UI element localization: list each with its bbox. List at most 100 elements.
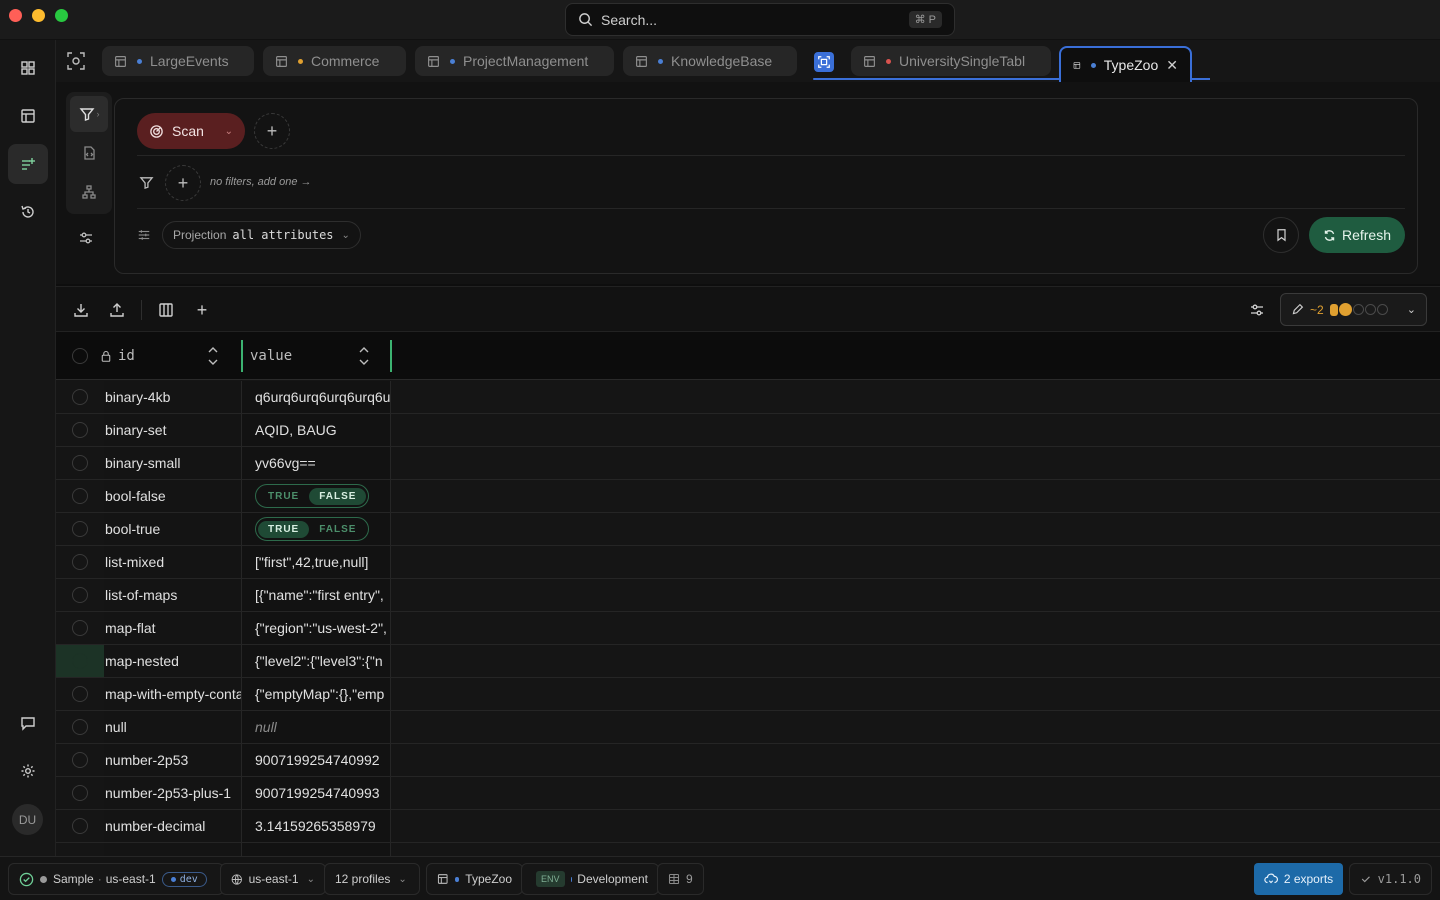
- sort-value-icon[interactable]: [357, 344, 371, 368]
- row-checkbox[interactable]: [72, 686, 88, 702]
- id-cell[interactable]: number-decimal: [104, 810, 242, 842]
- tab-typezoo[interactable]: TypeZoo ✕: [1059, 46, 1192, 82]
- row-checkbox[interactable]: [72, 554, 88, 570]
- value-cell[interactable]: [{"name":"first entry",: [242, 579, 391, 611]
- projection-select[interactable]: Projection all attributes ⌄: [162, 221, 361, 249]
- table-row[interactable]: number-2p53 9007199254740992: [56, 744, 1440, 777]
- global-search[interactable]: Search... ⌘ P: [565, 3, 955, 36]
- operation-select[interactable]: Scan ⌄: [137, 113, 245, 149]
- tab-universitysingletable[interactable]: UniversitySingleTabl: [851, 46, 1051, 76]
- scan-tabs-button[interactable]: [66, 51, 86, 74]
- row-checkbox[interactable]: [72, 620, 88, 636]
- row-checkbox[interactable]: [72, 719, 88, 735]
- value-cell[interactable]: {"level2":{"level3":{"n: [242, 645, 391, 677]
- density-step-5[interactable]: [1376, 304, 1388, 315]
- boolean-toggle[interactable]: TRUE FALSE: [255, 484, 370, 508]
- feedback-nav-button[interactable]: [8, 703, 48, 743]
- close-window-button[interactable]: [9, 9, 22, 22]
- table-row[interactable]: number-2p53-plus-1 9007199254740993: [56, 777, 1440, 810]
- environment-indicator[interactable]: ENV Development: [521, 863, 659, 895]
- value-cell[interactable]: null: [242, 711, 391, 743]
- query-nav-button[interactable]: [8, 144, 48, 184]
- id-cell[interactable]: number-2p53-plus-1: [104, 777, 242, 809]
- row-checkbox[interactable]: [72, 653, 88, 669]
- select-all-checkbox[interactable]: [72, 348, 88, 364]
- tab-projectmanagement[interactable]: ProjectManagement: [415, 46, 614, 76]
- value-cell[interactable]: yv66vg==: [242, 447, 391, 479]
- id-cell[interactable]: list-mixed: [104, 546, 242, 578]
- row-checkbox[interactable]: [72, 389, 88, 405]
- table-row[interactable]: null null: [56, 711, 1440, 744]
- sort-id-icon[interactable]: [206, 344, 220, 368]
- id-cell[interactable]: map-with-empty-conta: [104, 678, 242, 710]
- id-cell[interactable]: bool-false: [104, 480, 242, 512]
- row-checkbox[interactable]: [72, 521, 88, 537]
- version-indicator[interactable]: v1.1.0: [1349, 863, 1432, 895]
- maximize-window-button[interactable]: [55, 9, 68, 22]
- column-resize-handle[interactable]: [241, 340, 243, 372]
- bool-false-option[interactable]: FALSE: [309, 487, 367, 505]
- download-button[interactable]: [70, 299, 92, 321]
- refresh-button[interactable]: Refresh: [1309, 217, 1405, 253]
- id-cell[interactable]: binary-set: [104, 414, 242, 446]
- script-mode-button[interactable]: [70, 135, 108, 171]
- split-view-button[interactable]: [814, 52, 834, 72]
- value-cell[interactable]: ["first",42,true,null]: [242, 546, 391, 578]
- tab-knowledgebase[interactable]: KnowledgeBase: [623, 46, 797, 76]
- history-nav-button[interactable]: [8, 192, 48, 232]
- boolean-toggle[interactable]: TRUE FALSE: [255, 517, 370, 541]
- row-checkbox[interactable]: [72, 818, 88, 834]
- density-step-1[interactable]: [1329, 303, 1338, 316]
- id-cell[interactable]: map-nested: [104, 645, 242, 677]
- density-step-4[interactable]: [1364, 304, 1376, 315]
- id-cell[interactable]: null: [104, 711, 242, 743]
- table-row[interactable]: number-decimal 3.14159265358979: [56, 810, 1440, 843]
- tab-largeevents[interactable]: LargeEvents: [102, 46, 254, 76]
- add-item-button[interactable]: +: [191, 299, 213, 321]
- row-checkbox[interactable]: [72, 587, 88, 603]
- query-options-button[interactable]: [78, 230, 94, 249]
- table-row[interactable]: list-mixed ["first",42,true,null]: [56, 546, 1440, 579]
- row-checkbox[interactable]: [72, 422, 88, 438]
- table-row[interactable]: map-with-empty-conta {"emptyMap":{},"emp: [56, 678, 1440, 711]
- upload-button[interactable]: [106, 299, 128, 321]
- id-cell[interactable]: binary-4kb: [104, 381, 242, 413]
- table-row[interactable]: bool-false TRUE FALSE: [56, 480, 1440, 513]
- id-cell[interactable]: number-2p53: [104, 744, 242, 776]
- region-select[interactable]: us-east-1 ⌄: [220, 863, 326, 895]
- table-row[interactable]: list-of-maps [{"name":"first entry",: [56, 579, 1440, 612]
- value-cell[interactable]: TRUE FALSE: [242, 480, 391, 512]
- tables-nav-button[interactable]: [8, 96, 48, 136]
- id-cell[interactable]: binary-small: [104, 447, 242, 479]
- value-cell[interactable]: AQID, BAUG: [242, 414, 391, 446]
- bool-true-option[interactable]: TRUE: [258, 488, 309, 505]
- density-step-3[interactable]: [1352, 304, 1364, 315]
- value-cell[interactable]: 3.14159265358979: [242, 810, 391, 842]
- table-row[interactable]: binary-small yv66vg==: [56, 447, 1440, 480]
- schema-mode-button[interactable]: [70, 174, 108, 210]
- settings-nav-button[interactable]: [8, 751, 48, 791]
- density-step-2[interactable]: [1338, 303, 1352, 316]
- table-count-indicator[interactable]: 9: [657, 863, 704, 895]
- active-table-indicator[interactable]: TypeZoo: [426, 863, 523, 895]
- value-cell[interactable]: {"region":"us-west-2",: [242, 612, 391, 644]
- profiles-select[interactable]: 12 profiles ⌄: [324, 863, 420, 895]
- dashboard-nav-button[interactable]: [8, 48, 48, 88]
- minimize-window-button[interactable]: [32, 9, 45, 22]
- row-checkbox[interactable]: [72, 455, 88, 471]
- id-cell[interactable]: map-flat: [104, 612, 242, 644]
- column-resize-handle[interactable]: [390, 340, 392, 372]
- value-cell[interactable]: 9007199254740993: [242, 777, 391, 809]
- bool-true-option[interactable]: TRUE: [258, 520, 310, 538]
- view-options-button[interactable]: [1246, 299, 1268, 321]
- row-checkbox[interactable]: [72, 785, 88, 801]
- row-density-control[interactable]: ~2 ⌄: [1280, 293, 1427, 326]
- close-tab-icon[interactable]: ✕: [1166, 57, 1178, 74]
- add-operation-button[interactable]: +: [254, 113, 290, 149]
- tab-commerce[interactable]: Commerce: [263, 46, 406, 76]
- table-row[interactable]: binary-4kb q6urq6urq6urq6urq6u: [56, 381, 1440, 414]
- connection-status[interactable]: Sample · us-east-1 dev: [8, 863, 224, 895]
- id-cell[interactable]: list-of-maps: [104, 579, 242, 611]
- value-cell[interactable]: {"emptyMap":{},"emp: [242, 678, 391, 710]
- bookmark-query-button[interactable]: [1263, 217, 1299, 253]
